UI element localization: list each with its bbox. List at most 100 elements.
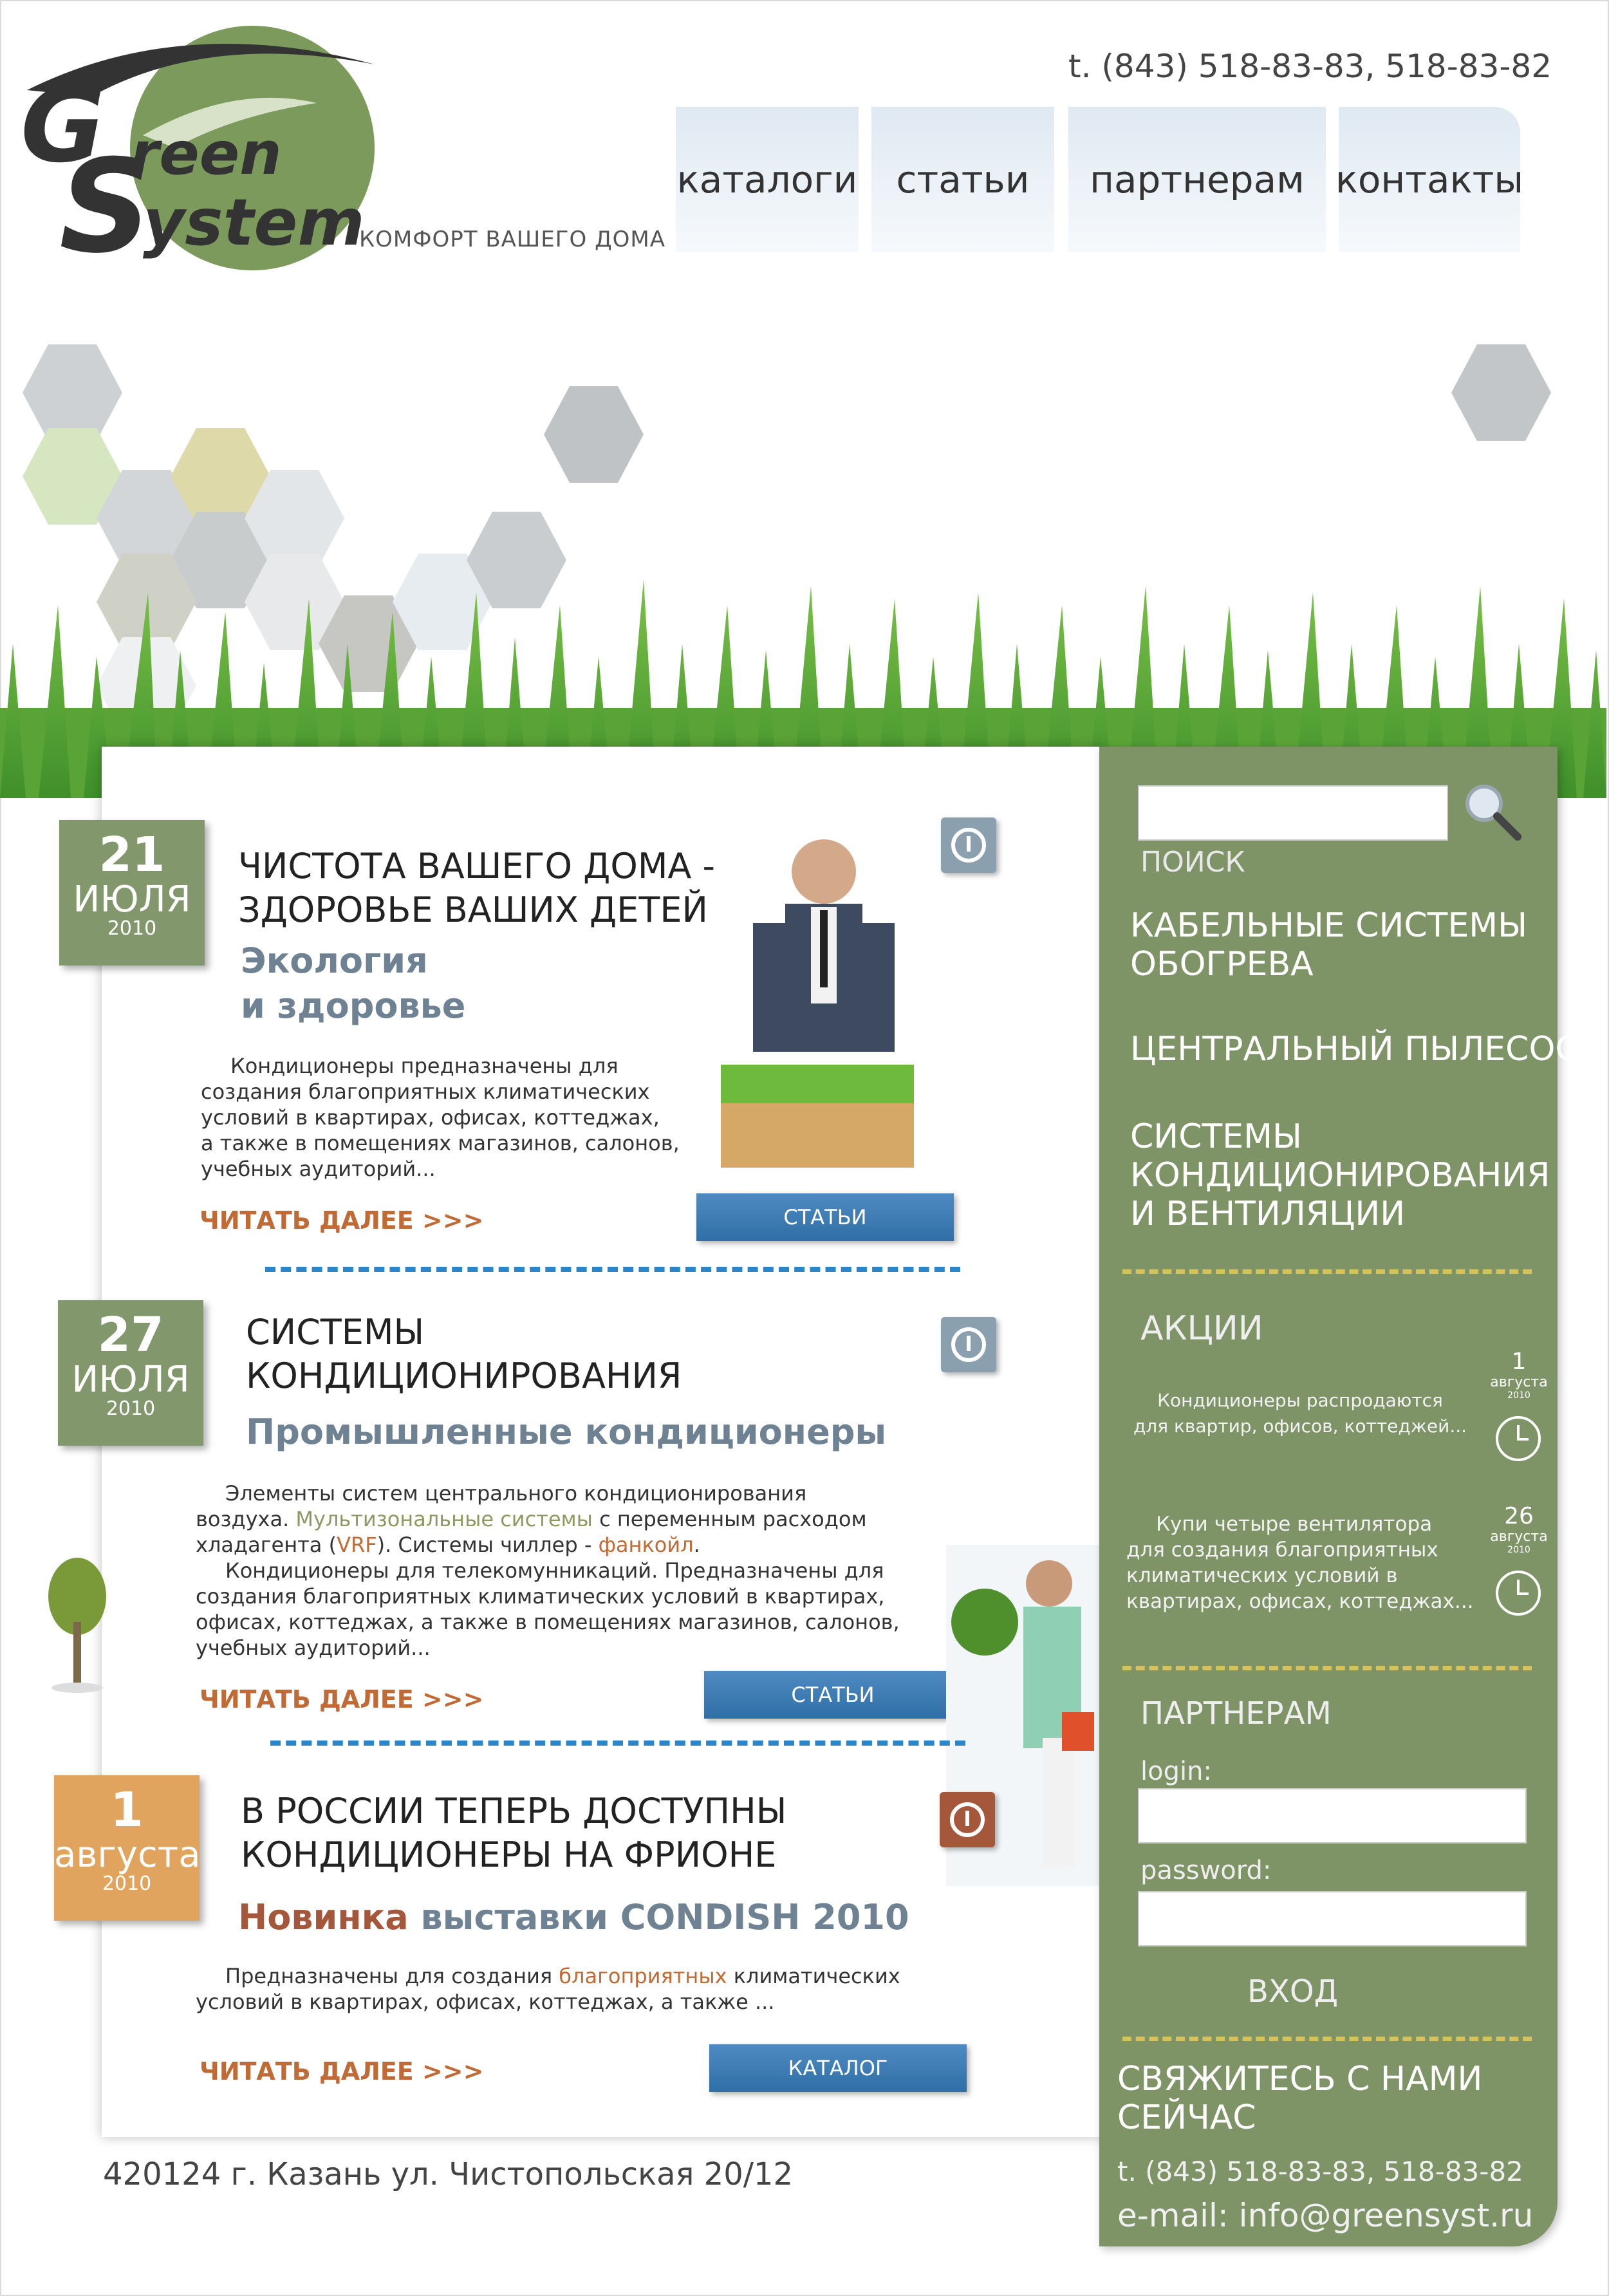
link-line: КОНДИЦИОНИРОВАНИЯ <box>1130 1156 1550 1195</box>
text-line: условий в квартирах, офисах, коттеджах, <box>201 1105 660 1130</box>
promo-line: квартирах, офисах, коттеджах... <box>1126 1590 1474 1613</box>
article-1-date: 21 ИЮЛЯ 2010 <box>59 820 205 966</box>
logo-text-green: reen <box>130 119 282 188</box>
title-line: ЧИСТОТА ВАШЕГО ДОМА - <box>238 846 716 886</box>
login-label: login: <box>1140 1757 1212 1786</box>
article-3-read-more-link[interactable]: ЧИТАТЬ ДАЛЕЕ >>> <box>200 2057 483 2086</box>
promo-line: Купи четыре вентилятора <box>1156 1513 1433 1536</box>
article-2-articles-button[interactable]: СТАТЬИ <box>704 1671 962 1719</box>
multizone-link[interactable]: Мультизональные системы <box>295 1507 593 1531</box>
vrf-link[interactable]: VRF <box>337 1533 377 1557</box>
nav-item-partners[interactable]: партнерам <box>1068 107 1326 252</box>
subtitle-accent: Новинка <box>238 1897 409 1937</box>
sidebar-link-central-vacuum[interactable]: ЦЕНТРАЛЬНЫЙ ПЫЛЕСОС <box>1130 1030 1579 1069</box>
login-input[interactable] <box>1138 1788 1527 1843</box>
text-line: Предназначены для создания благоприятных… <box>196 1963 900 1989</box>
nav-label: контакты <box>1335 158 1524 201</box>
text-span: ). Системы чиллер - <box>377 1533 599 1557</box>
promo-month: августа <box>1490 1374 1548 1390</box>
promo-line: для квартир, офисов, коттеджей... <box>1133 1415 1467 1437</box>
contact-email-link[interactable]: e-mail: info@greensyst.ru <box>1117 2196 1533 2235</box>
promo-line: для создания благоприятных <box>1126 1538 1438 1562</box>
fancoil-link[interactable]: фанкойл <box>599 1533 694 1557</box>
text-span: с переменным расходом <box>592 1507 867 1531</box>
text-line: учебных аудиторий... <box>196 1636 431 1660</box>
contact-phone: t. (843) 518-83-83, 518-83-82 <box>1117 2156 1523 2187</box>
text-line: воздуха. Мультизональные системы с перем… <box>196 1506 900 1532</box>
greensystem-logo[interactable]: G reen S ystem <box>14 26 387 270</box>
search-input[interactable] <box>1138 785 1448 841</box>
date-month: ИЮЛЯ <box>73 879 191 920</box>
clock-icon <box>1496 1416 1541 1461</box>
nav-item-contacts[interactable]: контакты <box>1335 107 1523 252</box>
sidebar-separator <box>1122 2037 1532 2041</box>
text-line: офисах, коттеджах, а также в помещениях … <box>196 1610 900 1634</box>
nav-label: партнерам <box>1090 158 1305 201</box>
separator-2 <box>270 1741 965 1746</box>
article-2-text: Элементы систем центрального кондиционир… <box>196 1480 900 1661</box>
text-line: Кондиционеры для телекомунникаций. Предн… <box>225 1558 884 1583</box>
date-day: 21 <box>98 827 165 882</box>
power-icon <box>951 828 986 863</box>
promo-day: 26 <box>1504 1503 1534 1529</box>
search-label: ПОИСК <box>1140 846 1245 879</box>
contact-title: СВЯЖИТЕСЬ С НАМИ СЕЙЧАС <box>1117 2060 1482 2137</box>
title-line: ЗДОРОВЬЕ ВАШИХ ДЕТЕЙ <box>238 890 708 930</box>
article-3-catalog-button[interactable]: КАТАЛОГ <box>709 2044 967 2092</box>
favorable-link[interactable]: благоприятных <box>559 1964 727 1988</box>
article-1-articles-button[interactable]: СТАТЬИ <box>696 1193 954 1241</box>
text-line: создания благоприятных климатических <box>201 1079 650 1104</box>
link-line: ЦЕНТРАЛЬНЫЙ ПЫЛЕСОС <box>1130 1030 1579 1069</box>
text-line: а также в помещениях магазинов, салонов, <box>201 1131 680 1155</box>
article-2-title[interactable]: СИСТЕМЫ КОНДИЦИОНИРОВАНИЯ <box>246 1311 682 1398</box>
header-phone: t. (843) 518-83-83, 518-83-82 <box>1068 48 1552 85</box>
article-3-date: 1 августа 2010 <box>54 1775 201 1921</box>
nav-label: каталоги <box>676 158 858 201</box>
promos-title: АКЦИИ <box>1140 1309 1263 1348</box>
article-2-power-icon[interactable] <box>941 1317 996 1372</box>
promo-2-text[interactable]: Купи четыре вентилятора для создания бла… <box>1126 1511 1487 1614</box>
article-1-read-more-link[interactable]: ЧИТАТЬ ДАЛЕЕ >>> <box>200 1206 483 1235</box>
link-line: ОБОГРЕВА <box>1130 945 1314 984</box>
text-span: Предназначены для создания <box>225 1964 559 1988</box>
link-line: КАБЕЛЬНЫЕ СИСТЕМЫ <box>1130 906 1528 945</box>
password-label: password: <box>1140 1856 1272 1885</box>
text-span: климатических <box>727 1964 900 1988</box>
nav-label: статьи <box>896 158 1030 201</box>
text-line: хладагента (VRF). Системы чиллер - фанко… <box>196 1532 900 1558</box>
search-icon[interactable] <box>1460 779 1524 843</box>
contact-title-line: СЕЙЧАС <box>1117 2098 1256 2137</box>
promo-year: 2010 <box>1507 1390 1530 1401</box>
power-icon <box>950 1802 985 1837</box>
sidebar-link-cable-heating[interactable]: КАБЕЛЬНЫЕ СИСТЕМЫ ОБОГРЕВА <box>1130 906 1527 984</box>
footer-address: 420124 г. Казань ул. Чистопольская 20/12 <box>103 2156 793 2192</box>
text-line: создания благоприятных климатических усл… <box>196 1584 885 1609</box>
article-1-power-icon[interactable] <box>941 817 996 873</box>
text-span: . <box>693 1533 700 1557</box>
article-3-power-icon[interactable] <box>940 1792 995 1847</box>
article-2-date: 27 ИЮЛЯ 2010 <box>58 1300 203 1446</box>
password-input[interactable] <box>1138 1891 1527 1946</box>
article-3-title[interactable]: В РОССИИ ТЕПЕРЬ ДОСТУПНЫ КОНДИЦИОНЕРЫ НА… <box>241 1789 786 1877</box>
promo-1-text[interactable]: Кондиционеры распродаются для квартир, о… <box>1120 1388 1480 1439</box>
nav-item-catalogs[interactable]: каталоги <box>676 107 859 252</box>
link-line: СИСТЕМЫ <box>1130 1117 1302 1156</box>
nav-item-articles[interactable]: статьи <box>871 107 1054 252</box>
article-2-read-more-link[interactable]: ЧИТАТЬ ДАЛЕЕ >>> <box>200 1685 483 1713</box>
date-year: 2010 <box>106 1397 156 1420</box>
text-line: Элементы систем центрального кондиционир… <box>225 1481 807 1506</box>
tree-decor-image <box>48 1558 106 1693</box>
clock-icon <box>1496 1571 1541 1616</box>
separator-1 <box>265 1267 960 1272</box>
subtitle-line: Экология <box>241 940 428 981</box>
article-1-title[interactable]: ЧИСТОТА ВАШЕГО ДОМА - ЗДОРОВЬЕ ВАШИХ ДЕТ… <box>238 845 715 932</box>
text-line: условий в квартирах, офисах, коттеджах, … <box>196 1990 775 2014</box>
article-3-text: Предназначены для создания благоприятных… <box>196 1963 900 2015</box>
text-line: Кондиционеры предназначены для <box>230 1054 618 1078</box>
tagline: КОМФОРТ ВАШЕГО ДОМА <box>359 227 665 252</box>
text-line: учебных аудиторий... <box>201 1157 436 1181</box>
subtitle-line: и здоровье <box>241 985 466 1026</box>
login-button[interactable]: ВХОД <box>1247 1972 1338 2011</box>
date-month: ИЮЛЯ <box>71 1359 190 1401</box>
sidebar-link-air-conditioning[interactable]: СИСТЕМЫ КОНДИЦИОНИРОВАНИЯ И ВЕНТИЛЯЦИИ <box>1130 1117 1550 1233</box>
